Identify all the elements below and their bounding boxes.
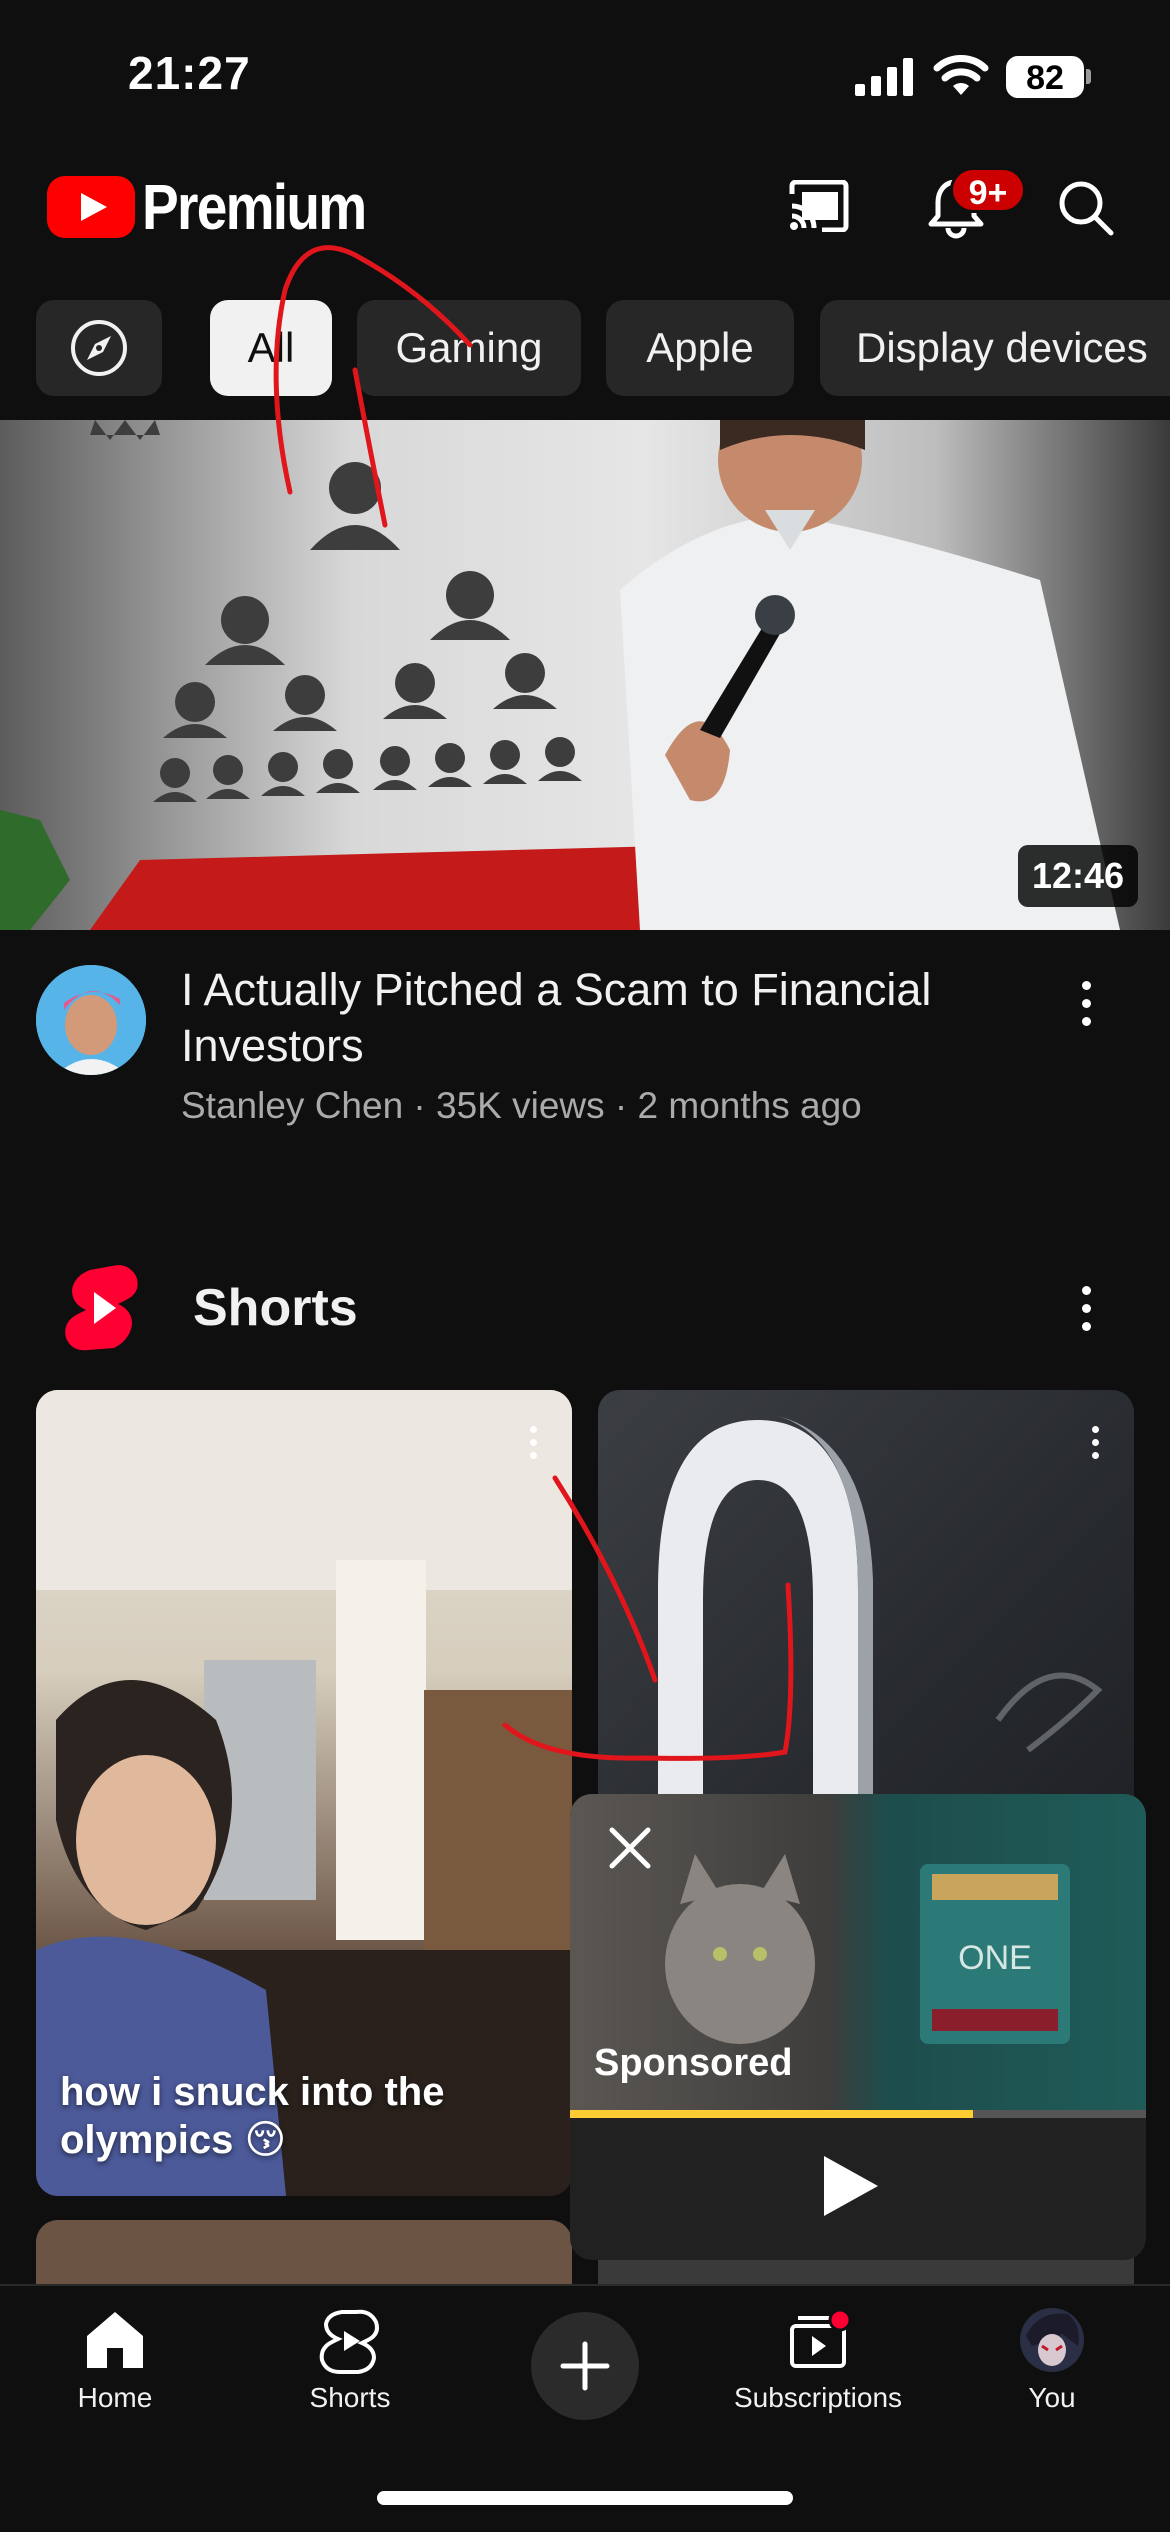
compass-icon [71,320,127,376]
close-icon[interactable] [606,1824,654,1872]
chip-apple[interactable]: Apple [606,300,794,396]
video-metadata: Stanley Chen · 35K views · 2 months ago [181,1085,862,1126]
cast-icon[interactable] [788,180,850,232]
nav-subscriptions[interactable]: Subscriptions [708,2306,928,2414]
short-caption[interactable]: how i snuck into the olympics 😚 [60,2068,520,2164]
explore-chip[interactable] [36,300,162,396]
sponsored-label: Sponsored [594,2042,793,2084]
search-icon[interactable] [1056,178,1116,238]
chip-all[interactable]: All [210,300,332,396]
ad-progress-bar [570,2110,1146,2118]
battery-indicator: 82 [1006,56,1091,98]
create-button[interactable] [531,2312,639,2420]
ad-progress-fill [570,2110,974,2118]
video-thumbnail[interactable] [0,420,1170,930]
nav-subscriptions-label: Subscriptions [733,2382,903,2413]
play-icon[interactable] [820,2154,880,2218]
channel-avatar[interactable] [36,965,146,1075]
wifi-icon [933,55,989,95]
short-card[interactable] [36,2220,572,2290]
nav-home[interactable]: Home [5,2306,225,2414]
youtube-logo-icon[interactable] [47,176,135,238]
subscriptions-icon [790,2308,852,2368]
nav-you[interactable]: You [942,2306,1162,2414]
home-icon [87,2312,143,2368]
sponsored-ad-player[interactable]: ONE Sponsored [570,1794,1146,2260]
shorts-shelf-title: Shorts [193,1279,358,1337]
cellular-signal-icon [855,58,913,96]
nav-you-label: You [1028,2382,1076,2413]
nav-home-label: Home [77,2382,153,2413]
shorts-logo-icon [65,1265,138,1351]
status-time: 21:27 [128,47,251,99]
nav-shorts[interactable]: Shorts [240,2306,460,2414]
brand-wordmark[interactable]: Premium [142,170,367,244]
plus-icon [560,2341,610,2391]
home-indicator [377,2491,793,2505]
thumbnail-artwork [0,420,1120,930]
video-title[interactable]: I Actually Pitched a Scam to Financial I… [181,962,1061,1074]
short-more-options-icon[interactable] [526,1426,540,1468]
battery-percent: 82 [1026,59,1064,97]
profile-avatar-icon [1020,2308,1084,2372]
chip-gaming[interactable]: Gaming [357,300,581,396]
video-more-options-icon[interactable] [1076,981,1096,1035]
nav-shorts-label: Shorts [309,2382,391,2413]
chip-display-devices[interactable]: Display devices [820,300,1170,396]
svg-text:ONE: ONE [958,1939,1032,1977]
shorts-more-options-icon[interactable] [1076,1286,1096,1340]
channel-avatar-image [36,965,146,1075]
video-duration-badge: 12:46 [1018,845,1139,907]
shorts-icon [319,2309,379,2374]
notification-count-badge: 9+ [950,167,1026,213]
short-more-options-icon[interactable] [1088,1426,1102,1468]
